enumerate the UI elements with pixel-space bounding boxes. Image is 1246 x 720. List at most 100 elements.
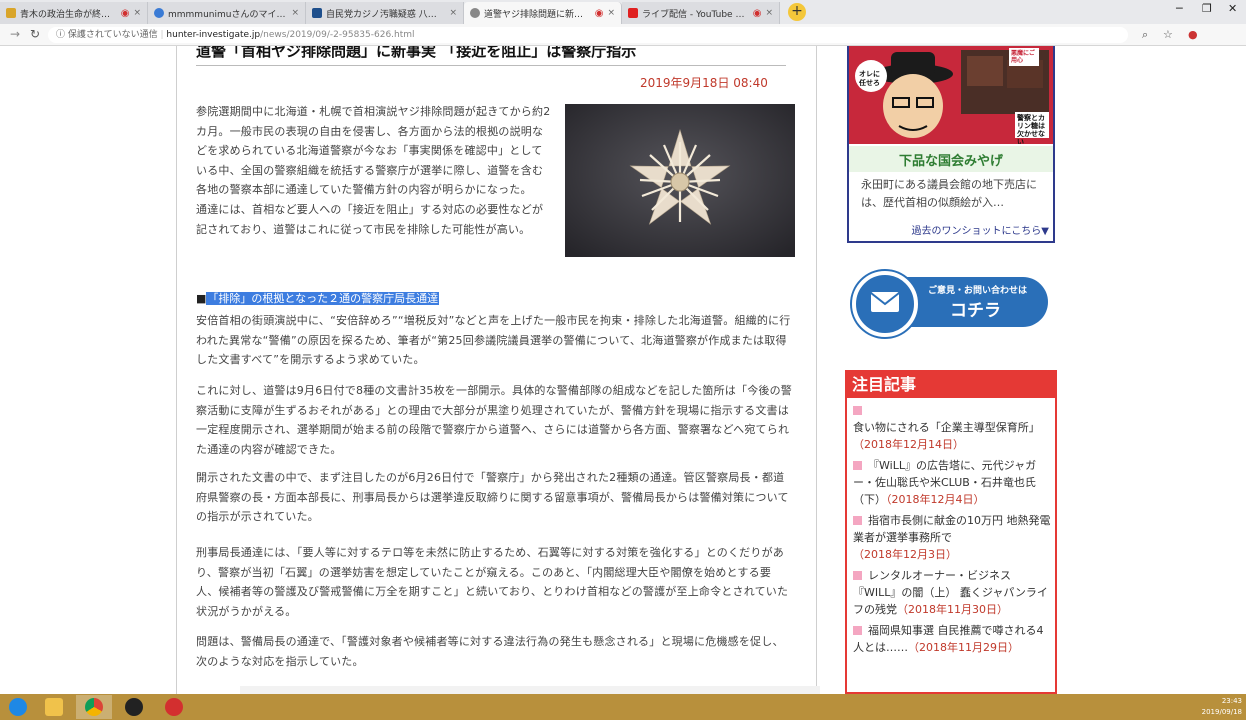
close-icon[interactable]: × (449, 8, 457, 18)
url-field[interactable]: ⓘ 保護されていない通信 | hunter-investigate.jp/new… (48, 27, 1128, 43)
past-oneshot-link[interactable]: 過去のワンショットにこちら▼ (912, 222, 1050, 237)
speaker-icon[interactable]: ◉ (121, 8, 130, 19)
tab-1[interactable]: 青木の政治生命が終了？後援会長逮捕 ◉ × (0, 2, 148, 24)
tab-title: ライブ配信 - YouTube Studio (642, 9, 750, 20)
article-paragraph: 安倍首相の街頭演説中に、“安倍辞めろ”“増税反対”などと声を上げた一般市民を拘束… (196, 314, 791, 367)
close-icon[interactable]: × (291, 8, 299, 18)
selected-text[interactable]: 「排除」の根拠となった２通の警察庁局長通達 (206, 292, 440, 305)
horizontal-scrollbar[interactable] (240, 686, 820, 694)
featured-item[interactable]: 指宿市長側に献金の10万円 地熱発電業者が選挙事務所で （2018年12月3日） (853, 512, 1051, 563)
close-icon[interactable]: × (765, 8, 773, 18)
close-window-icon[interactable]: ✕ (1228, 2, 1237, 15)
column-divider (176, 46, 177, 694)
ad-slogan: 警察とカリン糖は欠かせない (1017, 114, 1045, 144)
minimize-icon[interactable]: ─ (1176, 2, 1183, 15)
featured-item[interactable]: レンタルオーナー・ビジネス『WILL』の闇（上） 蠢くジャパンライフの残党（20… (853, 567, 1051, 618)
featured-list: 食い物にされる「企業主導型保育所」 （2018年12月14日） 『WiLL』の広告… (847, 398, 1055, 656)
featured-title: 注目記事 (847, 372, 1055, 398)
system-clock[interactable]: 23:43 2019/09/18 (1202, 696, 1242, 718)
one-shot-ad[interactable]: オレに任せろ 悪魔にご用心 警察とカリン糖は欠かせない 下品な国会みやげ 永田町… (847, 46, 1055, 243)
tab-title: 道警ヤジ排除問題に新事実 (484, 9, 592, 20)
contact-button[interactable]: ご意見・お問い合わせは コチラ (852, 271, 1050, 337)
bullet-icon (853, 626, 862, 635)
article-paragraph: 問題は、警備局長の通達で、「警護対象者や候補者等に対する違法行為の発生も懸念され… (196, 635, 784, 668)
globe-icon (470, 8, 480, 18)
tab-4-active[interactable]: 道警ヤジ排除問題に新事実 ◉ × (464, 2, 622, 24)
favicon-icon (6, 8, 16, 18)
headline-rule (196, 65, 786, 66)
bullet-icon (853, 516, 862, 525)
folder-icon (45, 698, 63, 716)
taskbar-chrome[interactable] (76, 695, 112, 719)
address-bar-row: → ↻ ⓘ 保護されていない通信 | hunter-investigate.jp… (0, 24, 1246, 65)
featured-item[interactable]: 『WiLL』の広告塔に、元代ジャガー・佐山聡氏や米CLUB・石井竜也氏（下）（2… (853, 457, 1051, 508)
clock-date: 2019/09/18 (1201, 708, 1242, 716)
article-headline: 道警「首相ヤジ排除問題」に新事実 「接近を阻止」は警察庁指示 (196, 46, 637, 60)
article-paragraph: 参院選期間中に北海道・札幌で首相演説ヤジ排除問題が起きてから約2カ月。一般市民の… (196, 102, 552, 239)
tab-title: 自民党カジノ汚職疑惑 八代市長 (326, 9, 446, 20)
featured-item-date: （2018年12月3日） (853, 548, 957, 561)
info-icon[interactable]: ⓘ (56, 30, 65, 40)
article-paragraph: これに対し、道警は9月6日付で8種の文書計35枚を一部開示。具体的な警備部隊の組… (196, 384, 792, 456)
speech-bubble: オレに任せろ (859, 70, 880, 87)
subhead-marker: ■ (196, 292, 207, 305)
speaker-icon[interactable]: ◉ (595, 8, 604, 19)
speaker-icon[interactable]: ◉ (753, 8, 762, 19)
featured-item-date: （2018年11月29日） (908, 641, 1019, 654)
taskbar-explorer[interactable] (36, 695, 72, 719)
article-paragraph: 刑事局長通達には、「要人等に対するテロ等を未然に防止するため、石翼等に対する対策… (196, 546, 789, 618)
youtube-icon (628, 8, 638, 18)
tab-5[interactable]: ライブ配信 - YouTube Studio ◉ × (622, 2, 780, 24)
contact-subtext: ご意見・お問い合わせは (928, 286, 1028, 296)
featured-item-title[interactable]: 指宿市長側に献金の10万円 地熱発電業者が選挙事務所で (853, 514, 1051, 544)
extension-icon[interactable]: ● (1188, 28, 1198, 41)
tab-strip: 青木の政治生命が終了？後援会長逮捕 ◉ × mmmmunimuさんのマイ投稿 ×… (0, 0, 1246, 24)
featured-item-date: （2018年12月14日） (853, 438, 964, 451)
clock-time: 23:43 (1221, 697, 1242, 705)
section-subheading: ■「排除」の根拠となった２通の警察庁局長通達 (196, 291, 440, 307)
envelope-icon (870, 292, 900, 312)
reload-icon[interactable]: ↻ (30, 27, 40, 41)
security-label: 保護されていない通信 (67, 30, 158, 40)
ad-caption[interactable]: 下品な国会みやげ (849, 150, 1053, 169)
url-path: /news/2019/09/-2-95835-626.html (260, 30, 415, 40)
close-icon[interactable]: × (133, 8, 141, 18)
column-divider (816, 46, 817, 694)
featured-item-date: （2018年11月30日） (897, 603, 1008, 616)
paragraph-text: 参院選期間中に北海道・札幌で首相演説ヤジ排除問題が起きてから約2カ月。一般市民の… (196, 105, 551, 197)
favicon-icon (154, 8, 164, 18)
corner-badge: 悪魔にご用心 (1011, 50, 1035, 64)
windows-taskbar: 23:43 2019/09/18 (0, 694, 1246, 720)
bookmark-star-icon[interactable]: ☆ (1163, 28, 1173, 41)
featured-articles-box: 注目記事 食い物にされる「企業主導型保育所」 （2018年12月14日） 『WiL… (845, 370, 1057, 694)
paragraph-text: 通達には、首相など要人への「接近を阻止」する対応の必要性などが記されており、道警… (196, 202, 544, 236)
tab-title: mmmmunimuさんのマイ投稿 (168, 9, 288, 20)
bullet-icon (853, 461, 862, 470)
favicon-icon (312, 8, 322, 18)
caricature-image: オレに任せろ 悪魔にご用心 警察とカリン糖は欠かせない (849, 46, 1053, 144)
taskbar-obs[interactable] (116, 695, 152, 719)
tab-3[interactable]: 自民党カジノ汚職疑惑 八代市長 × (306, 2, 464, 24)
featured-item[interactable]: 食い物にされる「企業主導型保育所」 （2018年12月14日） (853, 402, 1051, 453)
ie-icon (9, 698, 27, 716)
featured-item-title[interactable]: 食い物にされる「企業主導型保育所」 (853, 421, 1040, 434)
article-paragraph: 開示された文書の中で、まず注目したのが6月26日付で「警察庁」から発出された2種… (196, 471, 789, 524)
zoom-icon[interactable]: ⌕ (1142, 28, 1148, 42)
chrome-icon (85, 698, 103, 716)
article-date: 2019年9月18日 08:40 (640, 76, 768, 90)
url-host: hunter-investigate.jp (166, 30, 261, 40)
start-button[interactable] (0, 695, 36, 719)
tab-2[interactable]: mmmmunimuさんのマイ投稿 × (148, 2, 306, 24)
close-icon[interactable]: × (607, 8, 615, 18)
police-emblem-image (565, 104, 795, 257)
restore-icon[interactable]: ❐ (1202, 2, 1212, 15)
tab-title: 青木の政治生命が終了？後援会長逮捕 (20, 9, 118, 20)
bullet-icon (853, 571, 862, 580)
new-tab-button[interactable]: + (788, 3, 806, 21)
taskbar-app[interactable] (156, 695, 192, 719)
emblem-graphic (565, 104, 795, 257)
ad-description: 永田町にある議員会館の地下売店には、歴代首相の似顔絵が入… (861, 178, 1037, 209)
forward-icon[interactable]: → (10, 27, 20, 41)
contact-label: コチラ (950, 301, 1001, 321)
featured-item[interactable]: 福岡県知事選 自民推薦で噂される4人とは……（2018年11月29日） (853, 622, 1051, 656)
